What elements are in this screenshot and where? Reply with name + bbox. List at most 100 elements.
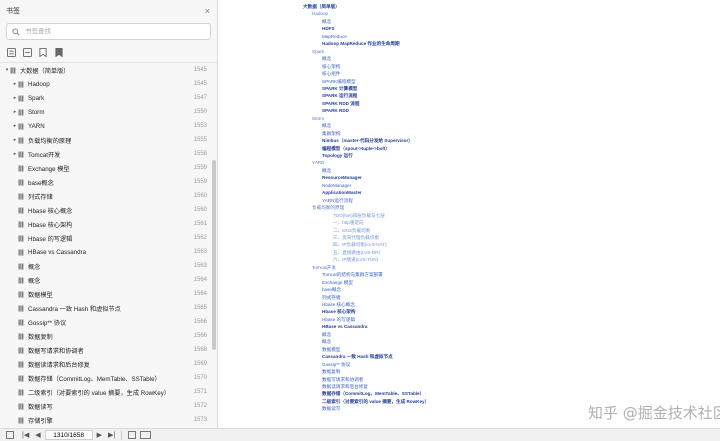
sidebar-toggle-icon[interactable] bbox=[6, 431, 14, 439]
bookmark-label: 存储引擎 bbox=[28, 417, 53, 425]
bookmark-item[interactable]: ▸ Hadoop 1545 bbox=[0, 77, 210, 91]
prev-page-icon[interactable]: ◀ bbox=[35, 432, 40, 439]
bookmark-options-icon[interactable] bbox=[54, 47, 64, 57]
bookmark-item[interactable]: 概念 1563 bbox=[0, 259, 210, 273]
bookmark-sidebar: 书签 × ▾大数据（简单版）1545▸Hadoop1545▸Spark1547▸… bbox=[0, 0, 218, 428]
bookmark-item[interactable]: 数据读请求和后台修复 1569 bbox=[0, 357, 210, 371]
close-icon[interactable]: × bbox=[205, 6, 210, 16]
watermark: 知乎 @掘金技术社区 bbox=[588, 404, 720, 422]
bookmark-label: YARN bbox=[28, 122, 45, 130]
sidebar-header: 书签 × bbox=[0, 0, 217, 22]
collapse-all-icon[interactable] bbox=[22, 47, 32, 57]
outline-node: base概念 bbox=[322, 287, 342, 293]
bookmark-icon bbox=[10, 67, 16, 74]
bookmark-item[interactable]: ▸ Storm 1550 bbox=[0, 105, 210, 119]
outline-node: 概念 bbox=[322, 167, 332, 173]
add-bookmark-icon[interactable] bbox=[38, 47, 48, 57]
bookmark-page-number: 1560 bbox=[193, 207, 207, 213]
bookmark-search-input[interactable] bbox=[25, 28, 195, 35]
bookmark-page-number: 1563 bbox=[193, 263, 207, 269]
bookmark-item[interactable]: Gossip** 协议 1566 bbox=[0, 315, 210, 329]
outline-node: YARN bbox=[312, 160, 325, 166]
bookmark-item[interactable]: base概念 1559 bbox=[0, 175, 210, 189]
bookmark-page-number: 1569 bbox=[193, 361, 207, 367]
first-page-icon[interactable]: |◀ bbox=[22, 432, 29, 439]
bookmark-item[interactable]: Hbase 核心架构 1561 bbox=[0, 217, 210, 231]
outline-node: Tomcat开发 bbox=[312, 264, 336, 270]
bookmark-item[interactable]: ▸ Spark 1547 bbox=[0, 91, 210, 105]
outline-node: 概念 bbox=[322, 56, 332, 62]
bookmark-item[interactable]: ▸ 负载均衡的原理 1555 bbox=[0, 133, 210, 147]
bookmark-page-number: 1547 bbox=[193, 95, 207, 101]
outline-node: 二级索引（对要索引的 value 摘要，生成 RowKey） bbox=[322, 398, 430, 404]
outline-node: 概念 bbox=[322, 123, 332, 129]
outline-node: SPARK RDD bbox=[322, 108, 349, 114]
bookmark-label: Hadoop bbox=[28, 80, 50, 88]
bookmark-icon bbox=[18, 109, 24, 116]
page-number-input[interactable] bbox=[44, 430, 93, 440]
bookmark-item[interactable]: 数据复制 1566 bbox=[0, 329, 210, 343]
bookmark-item[interactable]: 概念 1564 bbox=[0, 273, 210, 287]
bookmark-item[interactable]: ▸ Tomcat开发 1558 bbox=[0, 147, 210, 161]
bookmark-item[interactable]: 数据写请求和协调者 1568 bbox=[0, 343, 210, 357]
bookmark-label: Hbase 核心架构 bbox=[28, 221, 73, 229]
outline-node: NodeManager bbox=[322, 182, 352, 188]
outline-node: ApplicationMaster bbox=[322, 190, 362, 196]
bookmark-icon bbox=[18, 165, 24, 172]
outline-node: 负载均衡的原理 bbox=[312, 205, 345, 211]
sidebar-scrollbar[interactable] bbox=[212, 160, 216, 350]
bookmark-icon bbox=[18, 95, 24, 102]
bookmark-label: Tomcat开发 bbox=[28, 151, 61, 159]
bookmark-label: 列式存储 bbox=[28, 193, 53, 201]
outline-node: 三、反向代理负载均衡 bbox=[333, 234, 379, 240]
bookmark-page-number: 1564 bbox=[193, 277, 207, 283]
bookmark-item[interactable]: 列式存储 1560 bbox=[0, 189, 210, 203]
bookmark-item[interactable]: Cassandra 一致 Hash 和虚拟节点 1565 bbox=[0, 301, 210, 315]
expand-all-icon[interactable] bbox=[6, 47, 16, 57]
single-page-view-icon[interactable] bbox=[128, 431, 137, 439]
sidebar-title: 书签 bbox=[6, 8, 20, 15]
bookmark-item[interactable]: Hbase 核心概念 1560 bbox=[0, 203, 210, 217]
outline-node: SPARK RDD 流程 bbox=[322, 100, 360, 106]
bookmark-label: 概念 bbox=[28, 277, 41, 285]
bookmark-item[interactable]: HBase vs Cassandra 1563 bbox=[0, 245, 210, 259]
bookmark-label: 概念 bbox=[28, 263, 41, 271]
bookmark-icon bbox=[18, 361, 24, 368]
bookmark-item[interactable]: ▾ 大数据（简单版） 1545 bbox=[0, 63, 210, 77]
bookmark-icon bbox=[18, 179, 24, 186]
bookmark-item[interactable]: 数据模型 1564 bbox=[0, 287, 210, 301]
bookmark-label: 数据读请求和后台修复 bbox=[28, 361, 90, 369]
bookmark-label: Spark bbox=[28, 94, 45, 102]
outline-node: 编程模型（spout->tuple->bolt） bbox=[322, 145, 390, 151]
bookmark-item[interactable]: Exchange 模型 1559 bbox=[0, 161, 210, 175]
bookmark-icon bbox=[18, 221, 24, 228]
bookmark-label: 负载均衡的原理 bbox=[28, 137, 72, 145]
bookmark-item[interactable]: 数据读写 1572 bbox=[0, 399, 210, 413]
double-page-view-icon[interactable] bbox=[140, 431, 152, 439]
outline-node: SPARK 计算模型 bbox=[322, 85, 358, 91]
outline-node: HDFS bbox=[322, 26, 335, 32]
bookmark-item[interactable]: 存储引擎 1573 bbox=[0, 413, 210, 427]
bookmark-item[interactable]: 数据存储（CommitLog、MemTable、SSTable） 1570 bbox=[0, 371, 210, 385]
outline-node: Topology 运行 bbox=[322, 153, 353, 158]
search-icon bbox=[12, 27, 20, 36]
bookmark-icon bbox=[18, 137, 24, 144]
bookmark-page-number: 1550 bbox=[193, 109, 207, 115]
bookmark-label: Exchange 模型 bbox=[28, 165, 70, 173]
bookmark-icon bbox=[18, 319, 24, 326]
bookmark-search-box[interactable] bbox=[6, 23, 211, 40]
outline-node: HBase vs Cassandra bbox=[322, 324, 368, 330]
bookmark-label: Hbase 的写逻辑 bbox=[28, 235, 73, 243]
next-page-icon[interactable]: ▶ bbox=[97, 432, 102, 439]
last-page-icon[interactable]: ▶| bbox=[108, 432, 115, 439]
bookmark-item[interactable]: Hbase 的写逻辑 1562 bbox=[0, 231, 210, 245]
outline-node: 核心组件 bbox=[322, 71, 341, 77]
bookmark-item[interactable]: 二级索引（对要索引的 value 摘要，生成 RowKey） 1571 bbox=[0, 385, 210, 399]
outline-node: 概念 bbox=[322, 331, 332, 337]
bookmark-icon bbox=[18, 333, 24, 340]
bookmark-item[interactable]: ▸ YARN 1553 bbox=[0, 119, 210, 133]
bookmark-page-number: 1561 bbox=[193, 221, 207, 227]
outline-node: Spark bbox=[312, 48, 325, 54]
bookmark-icon bbox=[18, 207, 24, 214]
bookmark-label: 数据复制 bbox=[28, 333, 53, 341]
